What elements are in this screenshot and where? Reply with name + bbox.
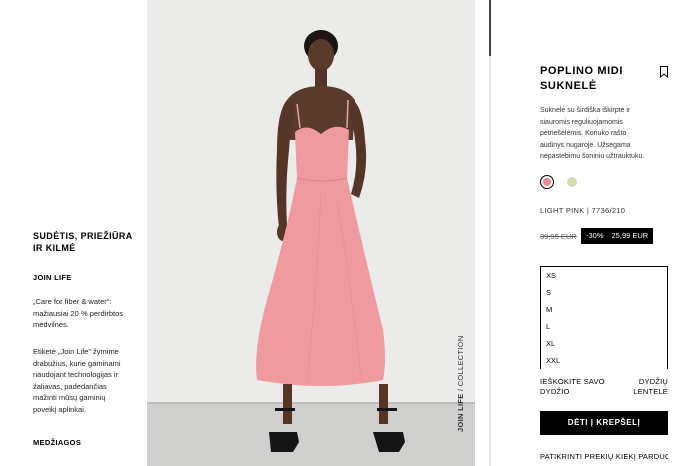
old-price: 39,95 EUR [540,232,577,241]
new-price: 25,99 EUR [611,231,649,240]
bookmark-icon[interactable] [659,66,669,78]
size-chart-link[interactable]: DYDŽIŲ LENTELĖ [628,377,668,397]
materials-title: MEDŽIAGOS [33,438,82,447]
add-to-cart-button[interactable]: DĖTI Į KREPŠELĮ [540,411,668,435]
check-store-stock-link[interactable]: PATIKRINTI PREKIŲ KIEKĮ PARDUOTUVĖSE [540,452,668,461]
size-option-xs[interactable]: XS [541,267,667,284]
size-selector: XS S M L XL XXL [540,266,668,369]
join-life-collection-label: JOIN LIFE / COLLECTION [456,335,468,432]
find-your-size-link[interactable]: IEŠKOKITE SAVO DYDŽIO [540,377,610,397]
collection-label: / COLLECTION [456,335,465,394]
model-dress-image [147,0,475,466]
join-life-title: JOIN LIFE [33,273,72,282]
discount-label: -30% [586,231,604,240]
size-option-m[interactable]: M [541,301,667,318]
join-life-text: Etiketė „Join Life“ žymime drabužius, ku… [33,347,121,414]
composition-panel: SUDĖTIS, PRIEŽIŪRA IR KILMĖ JOIN LIFE „C… [0,0,147,466]
size-option-l[interactable]: L [541,318,667,335]
join-life-label-bold: JOIN LIFE [456,393,465,432]
size-option-xl[interactable]: XL [541,335,667,352]
product-photo[interactable] [147,0,475,466]
product-description: Suknelė su širdiška iškirpte ir siauromi… [540,107,645,160]
size-option-xxl[interactable]: XXL [541,352,667,369]
product-title: POPLINO MIDI SUKNELĖ [540,65,623,92]
size-option-s[interactable]: S [541,284,667,301]
color-swatch-light-green[interactable] [565,175,579,189]
color-swatch-light-pink[interactable] [540,175,554,189]
product-info-panel: POPLINO MIDI SUKNELĖ Suknelė su širdiška… [491,0,700,466]
sale-price-badge: -30% 25,99 EUR [581,228,654,244]
color-reference: LIGHT PINK | 7736/210 [540,206,626,215]
care-fiber-text: „Care for fiber & water“: mažiausiai 20 … [33,297,124,329]
composition-title: SUDĖTIS, PRIEŽIŪRA IR KILMĖ [33,231,133,253]
